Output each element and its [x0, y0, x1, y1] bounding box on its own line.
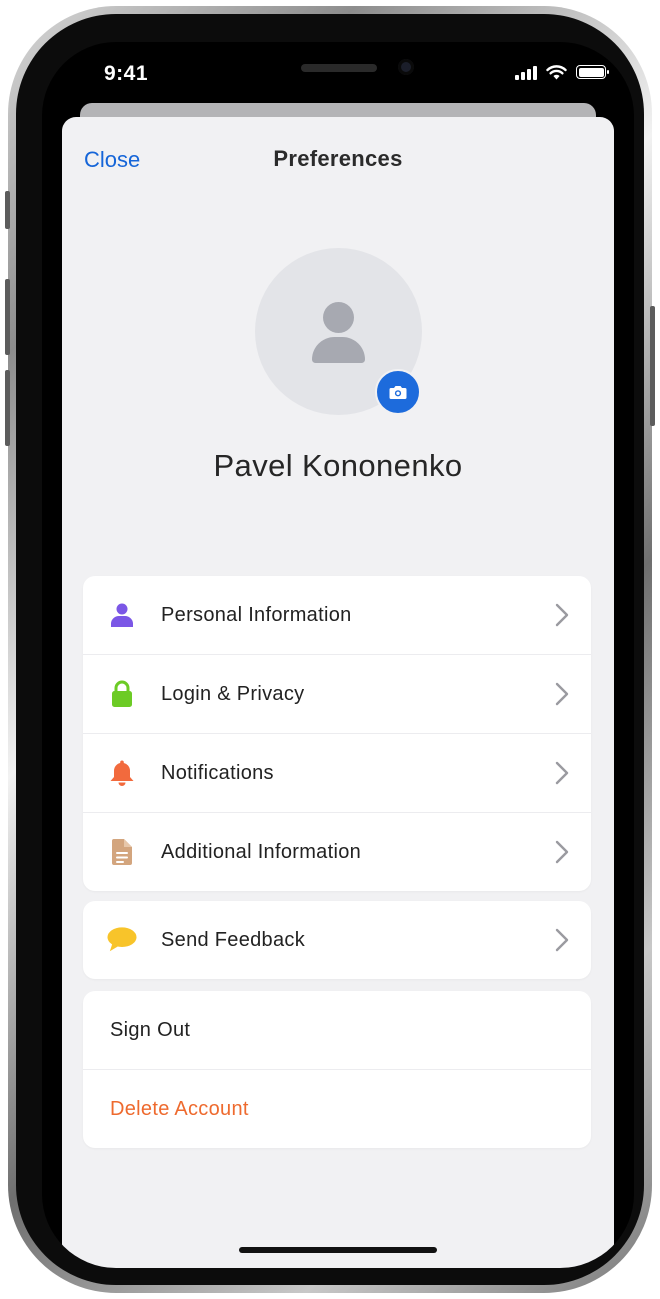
- preferences-sheet: Close Preferences Pavel Kononenko Person…: [62, 117, 614, 1268]
- delete-account-button[interactable]: Delete Account: [83, 1070, 591, 1148]
- person-icon: [107, 600, 137, 630]
- status-bar: 9:41: [42, 42, 634, 112]
- front-camera: [398, 59, 414, 75]
- person-icon-body: [312, 337, 365, 363]
- earpiece-speaker: [301, 64, 377, 72]
- feedback-card: Send Feedback: [83, 901, 591, 979]
- menu-item-notifications[interactable]: Notifications: [83, 734, 591, 813]
- menu-item-label: Send Feedback: [161, 928, 305, 951]
- camera-icon: [389, 385, 407, 399]
- mute-switch: [5, 191, 10, 229]
- chevron-right-icon: [555, 840, 569, 864]
- menu-item-login-privacy[interactable]: Login & Privacy: [83, 655, 591, 734]
- menu-item-label: Login & Privacy: [161, 682, 305, 705]
- person-icon: [323, 302, 354, 333]
- status-time: 9:41: [104, 62, 149, 85]
- main-menu-card: Personal Information Login & Privacy Not…: [83, 576, 591, 891]
- home-indicator: [239, 1247, 437, 1253]
- wifi-icon: [546, 64, 567, 79]
- status-icons: [515, 64, 609, 80]
- bell-icon: [107, 758, 137, 788]
- profile-name: Pavel Kononenko: [213, 448, 463, 483]
- menu-item-label: Notifications: [161, 761, 274, 784]
- menu-item-additional-information[interactable]: Additional Information: [83, 813, 591, 891]
- chevron-right-icon: [555, 761, 569, 785]
- edit-photo-button[interactable]: [375, 369, 421, 415]
- screen: 9:41 Close Preferences Pavel Kononenko P…: [42, 42, 634, 1268]
- power-button: [650, 306, 655, 426]
- sign-out-label: Sign Out: [110, 1018, 191, 1041]
- menu-item-label: Personal Information: [161, 603, 352, 626]
- chevron-right-icon: [555, 928, 569, 952]
- delete-account-label: Delete Account: [110, 1097, 249, 1120]
- lock-icon: [107, 679, 137, 709]
- menu-item-personal-information[interactable]: Personal Information: [83, 576, 591, 655]
- chevron-right-icon: [555, 682, 569, 706]
- sign-out-button[interactable]: Sign Out: [83, 991, 591, 1070]
- cellular-signal-icon: [515, 64, 537, 80]
- volume-down-button: [5, 370, 10, 446]
- document-icon: [107, 837, 137, 867]
- battery-icon: [576, 65, 609, 79]
- phone-frame: 9:41 Close Preferences Pavel Kononenko P…: [5, 6, 655, 1293]
- menu-item-send-feedback[interactable]: Send Feedback: [83, 901, 591, 979]
- chevron-right-icon: [555, 603, 569, 627]
- page-title: Preferences: [273, 146, 403, 171]
- speech-bubble-icon: [107, 925, 137, 955]
- account-card: Sign Out Delete Account: [83, 991, 591, 1148]
- menu-item-label: Additional Information: [161, 840, 362, 863]
- volume-up-button: [5, 279, 10, 355]
